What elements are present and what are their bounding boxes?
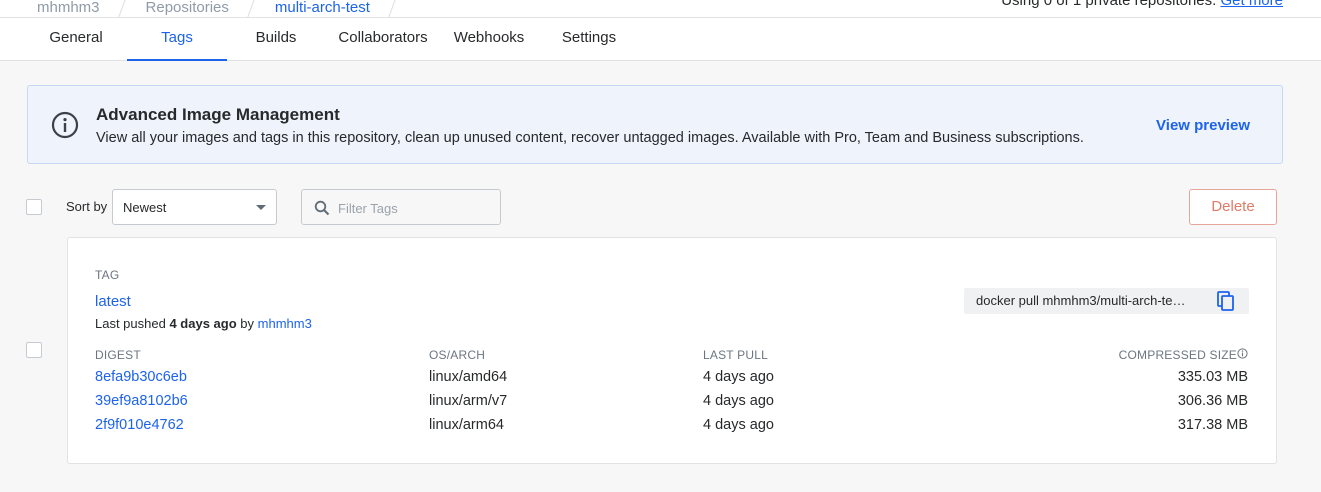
search-icon bbox=[314, 200, 330, 216]
tag-name-link[interactable]: latest bbox=[95, 293, 131, 310]
info-icon[interactable] bbox=[1237, 348, 1248, 359]
tab-general[interactable]: General bbox=[37, 18, 115, 61]
compressed-size-column-header: COMPRESSED SIZE bbox=[1119, 348, 1237, 362]
top-bar: mhmhm3 Repositories multi-arch-test Usin… bbox=[0, 0, 1321, 18]
digest-column-header: DIGEST bbox=[95, 348, 141, 362]
breadcrumb-user[interactable]: mhmhm3 bbox=[37, 0, 100, 16]
tab-webhooks[interactable]: Webhooks bbox=[449, 18, 529, 61]
compressed-size-value: 317.38 MB bbox=[1177, 417, 1248, 433]
last-pull-column-header: LAST PULL bbox=[703, 348, 768, 362]
last-pull-value: 4 days ago bbox=[703, 369, 774, 385]
pushed-by-word: by bbox=[240, 316, 255, 331]
filter-tags-input[interactable] bbox=[338, 198, 493, 218]
compressed-size-value: 335.03 MB bbox=[1177, 369, 1248, 385]
tab-tags[interactable]: Tags bbox=[127, 18, 227, 61]
select-all-checkbox[interactable] bbox=[26, 199, 42, 215]
tag-card: TAG latest Last pushed 4 days ago by mhm… bbox=[67, 237, 1277, 464]
compressed-size-label: COMPRESSED SIZE bbox=[1118, 348, 1237, 362]
breadcrumb-separator bbox=[243, 0, 261, 17]
filter-tags-box bbox=[301, 189, 501, 225]
caret-down-icon bbox=[256, 205, 266, 210]
tab-builds[interactable]: Builds bbox=[246, 18, 306, 61]
view-preview-link[interactable]: View preview bbox=[1156, 117, 1250, 134]
copy-icon[interactable] bbox=[1215, 290, 1237, 312]
digest-link[interactable]: 2f9f010e4762 bbox=[95, 417, 184, 433]
os-arch-value: linux/amd64 bbox=[429, 369, 508, 385]
os-arch-value: linux/arm64 bbox=[429, 417, 504, 433]
breadcrumb-separator bbox=[384, 0, 402, 17]
sort-select[interactable]: Newest bbox=[112, 189, 277, 225]
tag-row-checkbox[interactable] bbox=[26, 342, 42, 358]
pushed-by-user-link[interactable]: mhmhm3 bbox=[258, 316, 312, 331]
os-arch-value: linux/arm/v7 bbox=[429, 393, 508, 409]
os-arch-column-header: OS/ARCH bbox=[429, 348, 486, 362]
breadcrumb-separator bbox=[114, 0, 132, 17]
sort-by-label: Sort by bbox=[66, 199, 108, 214]
get-more-link[interactable]: Get more bbox=[1220, 0, 1283, 9]
private-repo-usage: Using 0 of 1 private repositories. Get m… bbox=[1001, 0, 1283, 9]
pushed-prefix: Last pushed bbox=[95, 316, 166, 331]
compressed-size-value: 306.36 MB bbox=[1177, 393, 1248, 409]
last-pushed-info: Last pushed 4 days ago by mhmhm3 bbox=[95, 316, 312, 331]
pull-command-text[interactable]: docker pull mhmhm3/multi-arch-test:lates… bbox=[976, 293, 1191, 308]
delete-button[interactable]: Delete bbox=[1189, 189, 1277, 225]
breadcrumb-repositories[interactable]: Repositories bbox=[146, 0, 229, 16]
tab-settings[interactable]: Settings bbox=[556, 18, 622, 61]
breadcrumb: mhmhm3 Repositories multi-arch-test bbox=[37, 0, 416, 17]
last-pull-value: 4 days ago bbox=[703, 393, 774, 409]
tab-collaborators[interactable]: Collaborators bbox=[333, 18, 433, 61]
sort-select-value: Newest bbox=[123, 200, 167, 215]
repo-tabs: General Tags Builds Collaborators Webhoo… bbox=[0, 18, 1321, 61]
last-pull-value: 4 days ago bbox=[703, 417, 774, 433]
info-icon bbox=[51, 111, 79, 139]
banner-text: View all your images and tags in this re… bbox=[96, 130, 1084, 146]
digest-link[interactable]: 39ef9a8102b6 bbox=[95, 393, 188, 409]
usage-text: Using 0 of 1 private repositories. bbox=[1001, 0, 1217, 9]
banner-title: Advanced Image Management bbox=[96, 105, 340, 124]
tag-column-header: TAG bbox=[95, 268, 120, 282]
docker-pull-command: docker pull mhmhm3/multi-arch-test:lates… bbox=[964, 288, 1249, 314]
breadcrumb-repo[interactable]: multi-arch-test bbox=[275, 0, 370, 16]
digest-link[interactable]: 8efa9b30c6eb bbox=[95, 369, 187, 385]
pushed-time: 4 days ago bbox=[169, 316, 237, 331]
advanced-image-management-banner: Advanced Image Management View all your … bbox=[27, 85, 1283, 164]
